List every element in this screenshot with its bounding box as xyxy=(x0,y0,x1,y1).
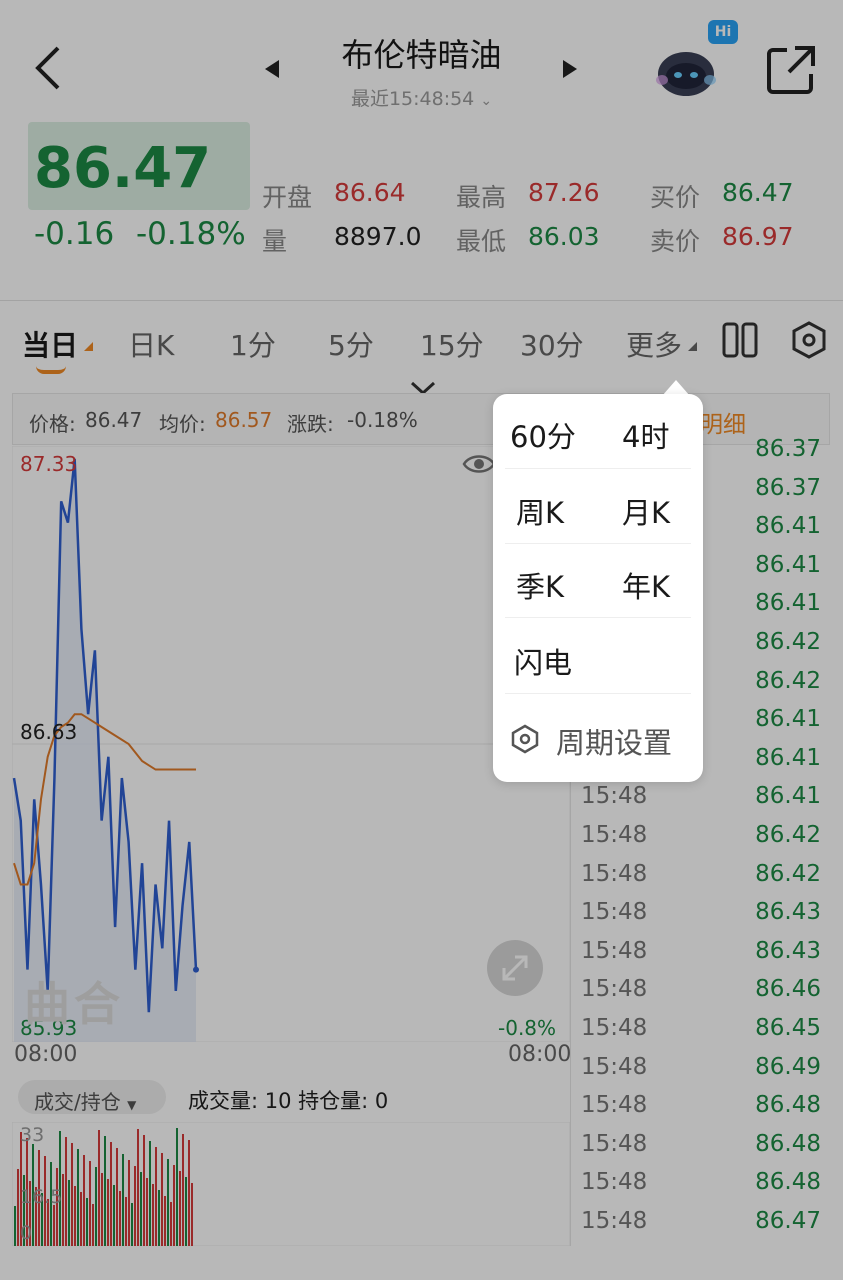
period-settings-button[interactable]: 周期设置 xyxy=(556,720,672,762)
menu-item-quarterly-k[interactable]: 季K xyxy=(516,564,564,606)
menu-item-monthly-k[interactable]: 月K xyxy=(622,490,670,532)
menu-item-yearly-k[interactable]: 年K xyxy=(622,564,670,606)
menu-separator xyxy=(505,693,691,694)
menu-item-60min[interactable]: 60分 xyxy=(510,414,576,456)
menu-item-weekly-k[interactable]: 周K xyxy=(516,490,564,532)
period-settings-icon xyxy=(511,724,539,754)
menu-item-lightning[interactable]: 闪电 xyxy=(514,640,572,682)
modal-backdrop[interactable] xyxy=(0,0,843,1280)
menu-item-4h[interactable]: 4时 xyxy=(622,414,669,456)
menu-separator xyxy=(505,617,691,618)
menu-separator xyxy=(505,468,691,469)
menu-separator xyxy=(505,543,691,544)
